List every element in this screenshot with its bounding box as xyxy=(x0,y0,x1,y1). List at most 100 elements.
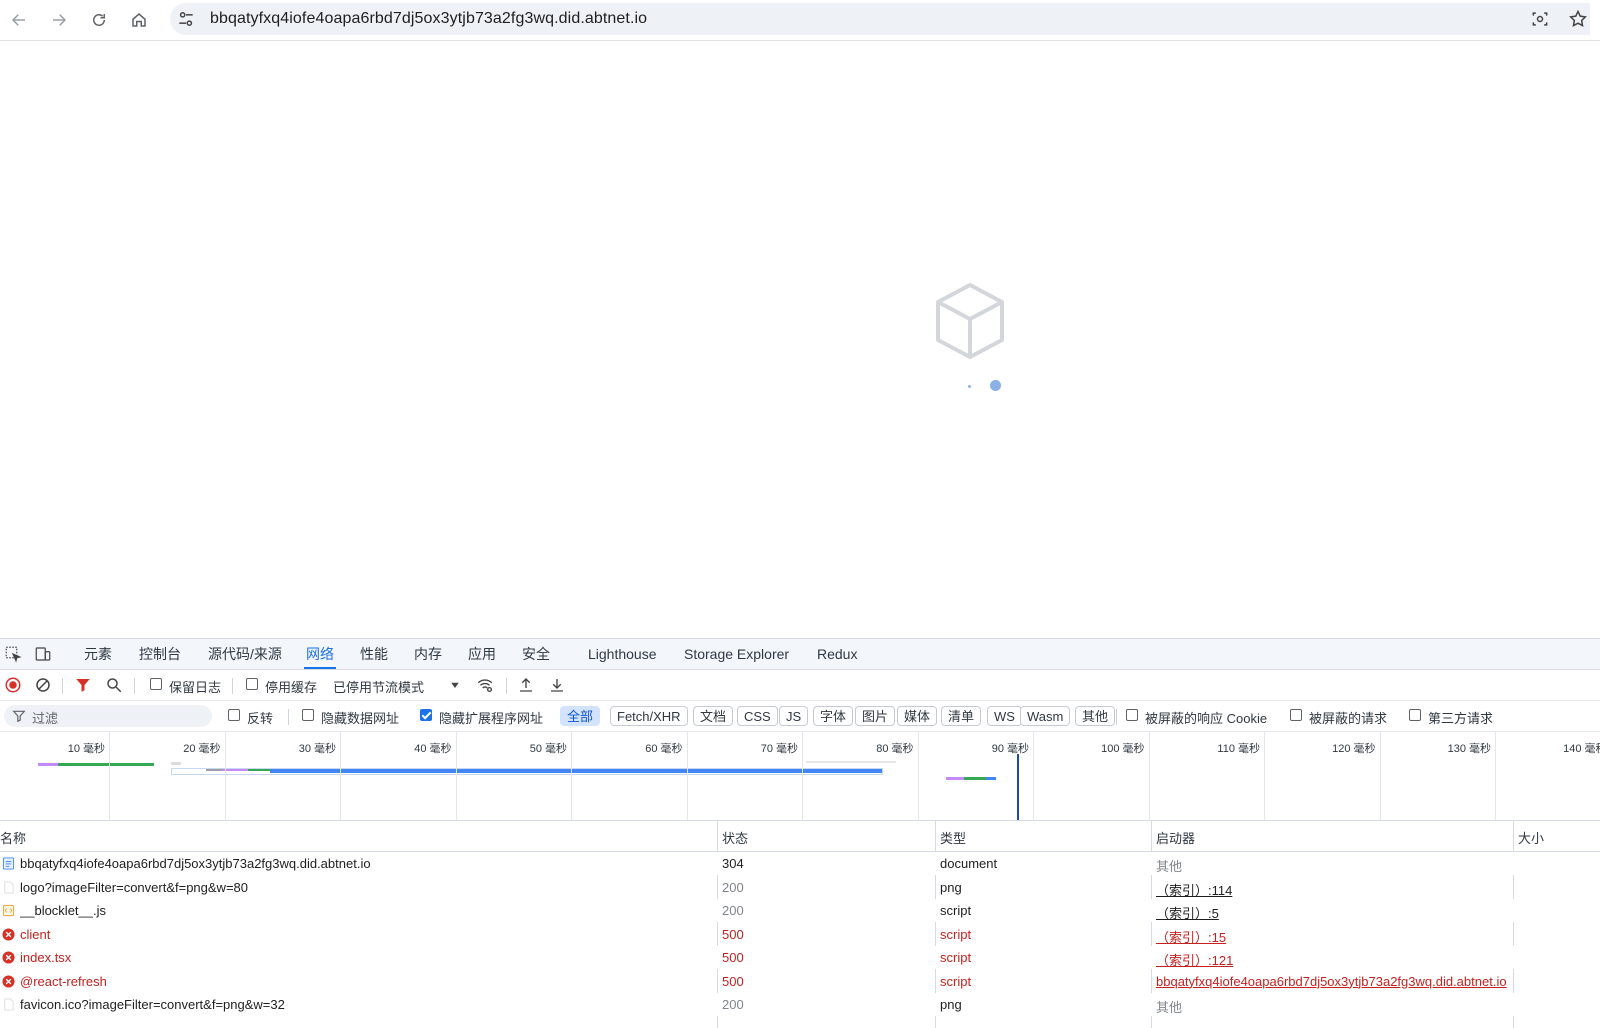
column-header-3[interactable]: 启动器 xyxy=(1156,828,1195,847)
tab-4[interactable]: 性能 xyxy=(358,639,390,669)
bookmark-star-icon[interactable] xyxy=(1568,9,1588,29)
tab-5[interactable]: 内存 xyxy=(412,639,444,669)
document-icon xyxy=(2,857,15,870)
disable-cache-label: 停用缓存 xyxy=(265,677,317,696)
request-initiator[interactable]: （索引）:5 xyxy=(1156,903,1512,922)
table-row[interactable]: bbqatyfxq4iofe4oapa6rbd7dj5ox3ytjb73a2fg… xyxy=(0,852,1600,875)
request-initiator[interactable]: （索引）:114 xyxy=(1156,880,1512,899)
request-name[interactable]: favicon.ico?imageFilter=convert&f=png&w=… xyxy=(20,997,710,1012)
type-filter-chip-10[interactable]: Wasm xyxy=(1020,706,1070,726)
timeline-gridline xyxy=(1033,732,1034,820)
preserve-log-checkbox[interactable] xyxy=(150,678,162,690)
request-status: 500 xyxy=(722,974,744,989)
request-initiator[interactable]: （索引）:15 xyxy=(1156,927,1512,946)
timeline-tick-label: 110 毫秒 xyxy=(1190,740,1260,756)
tab-2[interactable]: 源代码/来源 xyxy=(206,639,284,669)
home-button[interactable] xyxy=(126,7,152,33)
export-har-icon[interactable] xyxy=(548,676,566,694)
screenshot-icon[interactable] xyxy=(1530,9,1550,29)
request-type: png xyxy=(940,997,962,1012)
type-filter-chip-11[interactable]: 其他 xyxy=(1075,706,1115,726)
script-icon xyxy=(2,904,15,917)
request-name[interactable]: bbqatyfxq4iofe4oapa6rbd7dj5ox3ytjb73a2fg… xyxy=(20,856,710,871)
type-filter-chip-0[interactable]: 全部 xyxy=(560,706,600,726)
type-filter-chip-8[interactable]: 清单 xyxy=(941,706,981,726)
request-status: 200 xyxy=(722,880,744,895)
hide-data-urls-checkbox[interactable] xyxy=(302,709,314,721)
tab-1[interactable]: 控制台 xyxy=(137,639,183,669)
filter-icon xyxy=(12,709,26,723)
disable-cache-checkbox[interactable] xyxy=(246,678,258,690)
column-header-2[interactable]: 类型 xyxy=(940,828,966,847)
chevron-down-icon[interactable] xyxy=(446,676,464,694)
url-text[interactable]: bbqatyfxq4iofe4oapa6rbd7dj5ox3ytjb73a2fg… xyxy=(210,10,647,28)
timeline-bar xyxy=(38,763,58,766)
import-har-icon[interactable] xyxy=(517,676,535,694)
tab-6[interactable]: 应用 xyxy=(466,639,498,669)
type-filter-chip-7[interactable]: 媒体 xyxy=(897,706,937,726)
device-toolbar-icon[interactable] xyxy=(34,645,52,663)
type-filter-chip-5[interactable]: 字体 xyxy=(813,706,853,726)
table-row[interactable]: client 500 script （索引）:15 xyxy=(0,923,1600,946)
request-status: 500 xyxy=(722,927,744,942)
reload-button[interactable] xyxy=(86,7,112,33)
network-conditions-icon[interactable] xyxy=(476,676,494,694)
request-name[interactable]: @react-refresh xyxy=(20,974,710,989)
table-row[interactable]: index.tsx500script（索引）:121 xyxy=(0,946,1600,969)
table-row[interactable]: @react-refresh500scriptbbqatyfxq4iofe4oa… xyxy=(0,970,1600,993)
filter-funnel-icon[interactable] xyxy=(74,676,92,694)
request-initiator[interactable]: bbqatyfxq4iofe4oapa6rbd7dj5ox3ytjb73a2fg… xyxy=(1156,974,1512,989)
request-initiator[interactable]: （索引）:121 xyxy=(1156,950,1512,969)
clear-icon[interactable] xyxy=(34,676,52,694)
error-icon xyxy=(2,928,15,941)
network-overview-timeline[interactable]: 10 毫秒20 毫秒30 毫秒40 毫秒50 毫秒60 毫秒70 毫秒80 毫秒… xyxy=(0,732,1600,821)
hide-extension-urls-label: 隐藏扩展程序网址 xyxy=(439,708,543,727)
network-toolbar: 保留日志 停用缓存 已停用节流模式 xyxy=(0,670,1600,701)
table-row[interactable]: __blocklet__.js200script（索引）:5 xyxy=(0,899,1600,922)
table-row[interactable]: logo?imageFilter=convert&f=png&w=80200pn… xyxy=(0,876,1600,899)
tab-8[interactable]: Lighthouse xyxy=(586,639,659,669)
tab-0[interactable]: 元素 xyxy=(82,639,114,669)
column-header-0[interactable]: 名称 xyxy=(0,828,26,847)
timeline-tick-label: 40 毫秒 xyxy=(382,740,452,756)
tab-10[interactable]: Redux xyxy=(815,639,859,669)
table-row[interactable]: favicon.ico?imageFilter=convert&f=png&w=… xyxy=(0,993,1600,1016)
address-bar[interactable]: bbqatyfxq4iofe4oapa6rbd7dj5ox3ytjb73a2fg… xyxy=(170,3,1590,35)
type-filter-chip-4[interactable]: JS xyxy=(779,706,808,726)
filter-input[interactable]: 过滤 xyxy=(4,705,212,727)
record-stop-icon[interactable] xyxy=(4,676,22,694)
blocked-requests-checkbox[interactable] xyxy=(1290,709,1302,721)
separator xyxy=(1116,709,1117,725)
request-name[interactable]: client xyxy=(20,927,710,942)
timeline-gridline xyxy=(1380,732,1381,820)
column-header-4[interactable]: 大小 xyxy=(1518,828,1544,847)
hide-extension-urls-checkbox[interactable] xyxy=(420,709,432,721)
request-name[interactable]: logo?imageFilter=convert&f=png&w=80 xyxy=(20,880,710,895)
back-button[interactable] xyxy=(6,7,32,33)
type-filter-chip-6[interactable]: 图片 xyxy=(855,706,895,726)
third-party-checkbox[interactable] xyxy=(1409,709,1421,721)
type-filter-chip-3[interactable]: CSS xyxy=(737,706,778,726)
inspect-element-icon[interactable] xyxy=(4,645,22,663)
throttle-select[interactable]: 已停用节流模式 xyxy=(333,677,424,696)
invert-checkbox[interactable] xyxy=(228,709,240,721)
forward-button[interactable] xyxy=(46,7,72,33)
type-filter-chip-2[interactable]: 文档 xyxy=(693,706,733,726)
site-info-icon[interactable] xyxy=(176,9,196,29)
request-type: script xyxy=(940,927,971,942)
request-status: 304 xyxy=(722,856,744,871)
tab-9[interactable]: Storage Explorer xyxy=(682,639,791,669)
column-header-1[interactable]: 状态 xyxy=(722,828,748,847)
tab-7[interactable]: 安全 xyxy=(520,639,552,669)
timeline-tick-label: 140 毫秒 xyxy=(1537,740,1600,756)
blocked-cookies-checkbox[interactable] xyxy=(1126,709,1138,721)
arrow-left-icon xyxy=(10,11,28,29)
search-icon[interactable] xyxy=(105,676,123,694)
type-filter-chip-1[interactable]: Fetch/XHR xyxy=(610,706,688,726)
invert-label: 反转 xyxy=(247,708,273,727)
request-name[interactable]: index.tsx xyxy=(20,950,710,965)
cube-loading-icon xyxy=(934,281,1006,361)
type-filter-chip-9[interactable]: WS xyxy=(987,706,1022,726)
request-name[interactable]: __blocklet__.js xyxy=(20,903,710,918)
tab-3[interactable]: 网络 xyxy=(304,639,336,669)
